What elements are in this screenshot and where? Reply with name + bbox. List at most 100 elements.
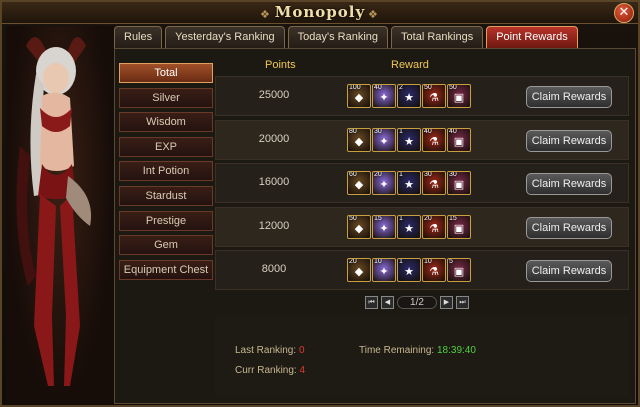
sidebar-item-silver[interactable]: Silver	[119, 87, 213, 108]
item-count: 20	[424, 214, 432, 222]
money-bag-icon[interactable]: ◆ 50	[347, 214, 371, 239]
category-sidebar: Total Silver Wisdom EXP Int Potion Stard…	[119, 63, 213, 284]
title-bar: ❖ Monopoly ❖ ✕	[2, 2, 638, 24]
last-ranking: Last Ranking: 0	[235, 345, 305, 356]
close-button[interactable]: ✕	[614, 3, 634, 23]
points-column-header: Points	[265, 59, 296, 71]
first-page-icon[interactable]: ⏮	[365, 295, 378, 309]
item-count: 30	[424, 171, 432, 179]
time-remaining-value: 18:39:40	[437, 345, 476, 356]
feather-scroll-icon[interactable]: ✦ 30	[372, 127, 396, 152]
item-count: 1	[399, 214, 403, 222]
sidebar-item-equipment-chest[interactable]: Equipment Chest	[119, 259, 213, 280]
treasure-chest-icon[interactable]: ▣ 30	[447, 171, 471, 196]
item-glyph: ⚗	[429, 178, 439, 192]
last-ranking-value: 0	[298, 345, 305, 356]
money-bag-icon[interactable]: ◆ 100	[347, 84, 371, 109]
star-potion-icon[interactable]: ★ 1	[397, 257, 421, 282]
claim-rewards-button[interactable]: Claim Rewards	[526, 216, 612, 239]
item-glyph: ⚗	[429, 264, 439, 278]
red-potion-icon[interactable]: ⚗ 50	[422, 84, 446, 109]
red-potion-icon[interactable]: ⚗ 10	[422, 257, 446, 282]
sidebar-item-prestige[interactable]: Prestige	[119, 210, 213, 231]
red-potion-icon[interactable]: ⚗ 30	[422, 171, 446, 196]
feather-scroll-icon[interactable]: ✦ 40	[372, 84, 396, 109]
star-potion-icon[interactable]: ★ 2	[397, 84, 421, 109]
treasure-chest-icon[interactable]: ▣ 15	[447, 214, 471, 239]
claim-rewards-button[interactable]: Claim Rewards	[526, 129, 612, 152]
tab-point-rewards[interactable]: Point Rewards	[486, 26, 578, 48]
red-potion-icon[interactable]: ⚗ 20	[422, 214, 446, 239]
star-potion-icon[interactable]: ★ 1	[397, 171, 421, 196]
next-page-icon[interactable]: ▶	[440, 295, 453, 309]
table-header: Points Reward	[215, 57, 629, 73]
tab-rules[interactable]: Rules	[114, 26, 163, 48]
tab-total-rankings[interactable]: Total Rankings	[391, 26, 484, 48]
item-count: 40	[374, 84, 382, 92]
item-glyph: ✦	[379, 221, 389, 235]
item-count: 1	[399, 171, 403, 179]
table-row: 20000 ◆ 80 ✦ 30 ★ 1 ⚗ 40 ▣ 40 Claim Rewards	[215, 119, 629, 160]
item-count: 5	[449, 257, 453, 265]
item-glyph: ◆	[354, 178, 364, 192]
treasure-chest-icon[interactable]: ▣ 40	[447, 127, 471, 152]
claim-rewards-button[interactable]: Claim Rewards	[526, 259, 612, 282]
item-glyph: ▣	[453, 264, 465, 278]
time-remaining-label: Time Remaining:	[359, 345, 435, 356]
item-count: 10	[374, 257, 382, 265]
item-count: 100	[349, 84, 361, 92]
item-count: 40	[449, 127, 457, 135]
reward-items: ◆ 80 ✦ 30 ★ 1 ⚗ 40 ▣ 40	[347, 127, 471, 152]
sidebar-item-gem[interactable]: Gem	[119, 235, 213, 256]
item-count: 20	[349, 257, 357, 265]
last-ranking-label: Last Ranking:	[235, 345, 297, 356]
money-bag-icon[interactable]: ◆ 20	[347, 257, 371, 282]
item-count: 1	[399, 257, 403, 265]
tab-yesterdays-ranking[interactable]: Yesterday's Ranking	[165, 26, 285, 48]
star-potion-icon[interactable]: ★ 1	[397, 214, 421, 239]
item-count: 30	[374, 127, 382, 135]
feather-scroll-icon[interactable]: ✦ 15	[372, 214, 396, 239]
treasure-chest-icon[interactable]: ▣ 50	[447, 84, 471, 109]
prev-page-icon[interactable]: ◀	[381, 295, 394, 309]
feather-scroll-icon[interactable]: ✦ 20	[372, 171, 396, 196]
item-glyph: ★	[404, 134, 414, 148]
feather-scroll-icon[interactable]: ✦ 10	[372, 257, 396, 282]
item-count: 20	[374, 171, 382, 179]
item-glyph: ▣	[453, 221, 465, 235]
money-bag-icon[interactable]: ◆ 80	[347, 127, 371, 152]
tab-todays-ranking[interactable]: Today's Ranking	[287, 26, 389, 48]
table-row: 12000 ◆ 50 ✦ 15 ★ 1 ⚗ 20 ▣ 15 Claim Rewards	[215, 206, 629, 247]
item-glyph: ✦	[379, 91, 389, 105]
reward-column-header: Reward	[391, 59, 429, 71]
item-count: 50	[424, 84, 432, 92]
sidebar-item-total[interactable]: Total	[119, 63, 213, 83]
item-glyph: ▣	[453, 178, 465, 192]
red-potion-icon[interactable]: ⚗ 40	[422, 127, 446, 152]
time-remaining: Time Remaining: 18:39:40	[359, 345, 476, 356]
sidebar-item-int-potion[interactable]: Int Potion	[119, 161, 213, 182]
item-count: 10	[424, 257, 432, 265]
money-bag-icon[interactable]: ◆ 60	[347, 171, 371, 196]
points-value: 16000	[258, 176, 290, 189]
points-value: 20000	[258, 132, 290, 145]
page-indicator: 1/2	[397, 295, 437, 309]
curr-ranking-label: Curr Ranking:	[235, 365, 297, 376]
table-row: 25000 ◆ 100 ✦ 40 ★ 2 ⚗ 50 ▣ 50 Claim Rewards	[215, 76, 629, 117]
treasure-chest-icon[interactable]: ▣ 5	[447, 257, 471, 282]
table-row: 8000 ◆ 20 ✦ 10 ★ 1 ⚗ 10 ▣ 5 Claim Rewards	[215, 249, 629, 290]
item-glyph: ◆	[354, 91, 364, 105]
item-glyph: ◆	[354, 221, 364, 235]
claim-rewards-button[interactable]: Claim Rewards	[526, 86, 612, 109]
sidebar-item-exp[interactable]: EXP	[119, 136, 213, 157]
star-potion-icon[interactable]: ★ 1	[397, 127, 421, 152]
item-glyph: ▣	[453, 91, 465, 105]
sidebar-item-stardust[interactable]: Stardust	[119, 185, 213, 206]
last-page-icon[interactable]: ⏭	[456, 295, 469, 309]
item-glyph: ★	[404, 264, 414, 278]
reward-items: ◆ 50 ✦ 15 ★ 1 ⚗ 20 ▣ 15	[347, 214, 471, 239]
table-row: 16000 ◆ 60 ✦ 20 ★ 1 ⚗ 30 ▣ 30 Claim Rewards	[215, 163, 629, 204]
claim-rewards-button[interactable]: Claim Rewards	[526, 173, 612, 196]
sidebar-item-wisdom[interactable]: Wisdom	[119, 112, 213, 133]
item-count: 15	[374, 214, 382, 222]
